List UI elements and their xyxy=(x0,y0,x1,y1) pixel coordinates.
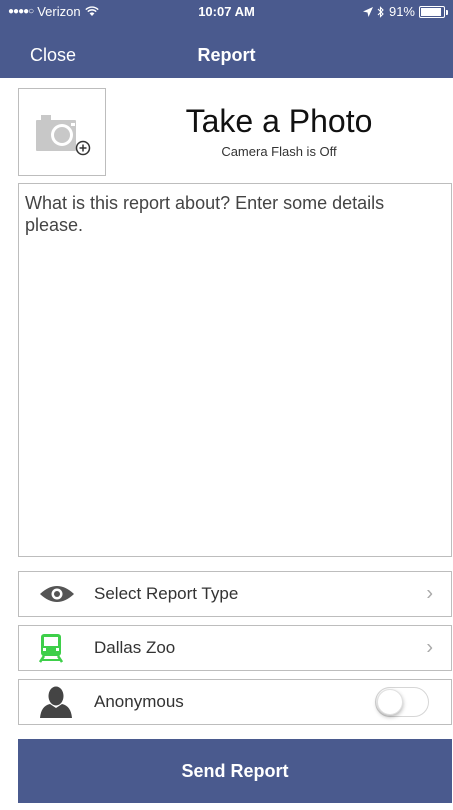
report-type-label: Select Report Type xyxy=(94,584,239,603)
person-icon xyxy=(39,686,73,718)
status-right: 91% xyxy=(362,4,448,19)
camera-add-icon xyxy=(36,115,91,156)
anonymous-row: Anonymous xyxy=(18,679,452,725)
anonymous-label: Anonymous xyxy=(94,692,184,711)
select-report-type-row[interactable]: Select Report Type › xyxy=(18,571,452,617)
header: ●●●●○ Verizon 10:07 AM 91% Close Report xyxy=(0,0,453,78)
close-button[interactable]: Close xyxy=(30,45,76,66)
battery-icon xyxy=(419,5,448,18)
nav-bar: Close Report xyxy=(0,33,453,75)
location-label: Dallas Zoo xyxy=(94,638,176,657)
anonymous-toggle[interactable] xyxy=(375,687,429,717)
chevron-right-icon: › xyxy=(426,636,433,659)
chevron-right-icon: › xyxy=(426,582,433,605)
battery-percent: 91% xyxy=(388,4,415,19)
train-icon xyxy=(39,633,63,663)
send-report-button[interactable]: Send Report xyxy=(18,739,452,803)
take-photo-button[interactable] xyxy=(18,88,106,176)
take-photo-title: Take a Photo xyxy=(185,103,373,139)
eye-icon xyxy=(39,584,75,604)
details-input[interactable] xyxy=(18,183,452,557)
photo-row: Take a Photo Camera Flash is Off xyxy=(18,88,452,176)
toggle-knob xyxy=(377,689,403,715)
location-row[interactable]: Dallas Zoo › xyxy=(18,625,452,671)
battery-fill xyxy=(421,7,442,16)
bluetooth-icon xyxy=(377,5,384,18)
status-bar: ●●●●○ Verizon 10:07 AM 91% xyxy=(0,0,453,22)
location-arrow-icon xyxy=(362,6,373,17)
flash-status: Camera Flash is Off xyxy=(221,144,337,159)
